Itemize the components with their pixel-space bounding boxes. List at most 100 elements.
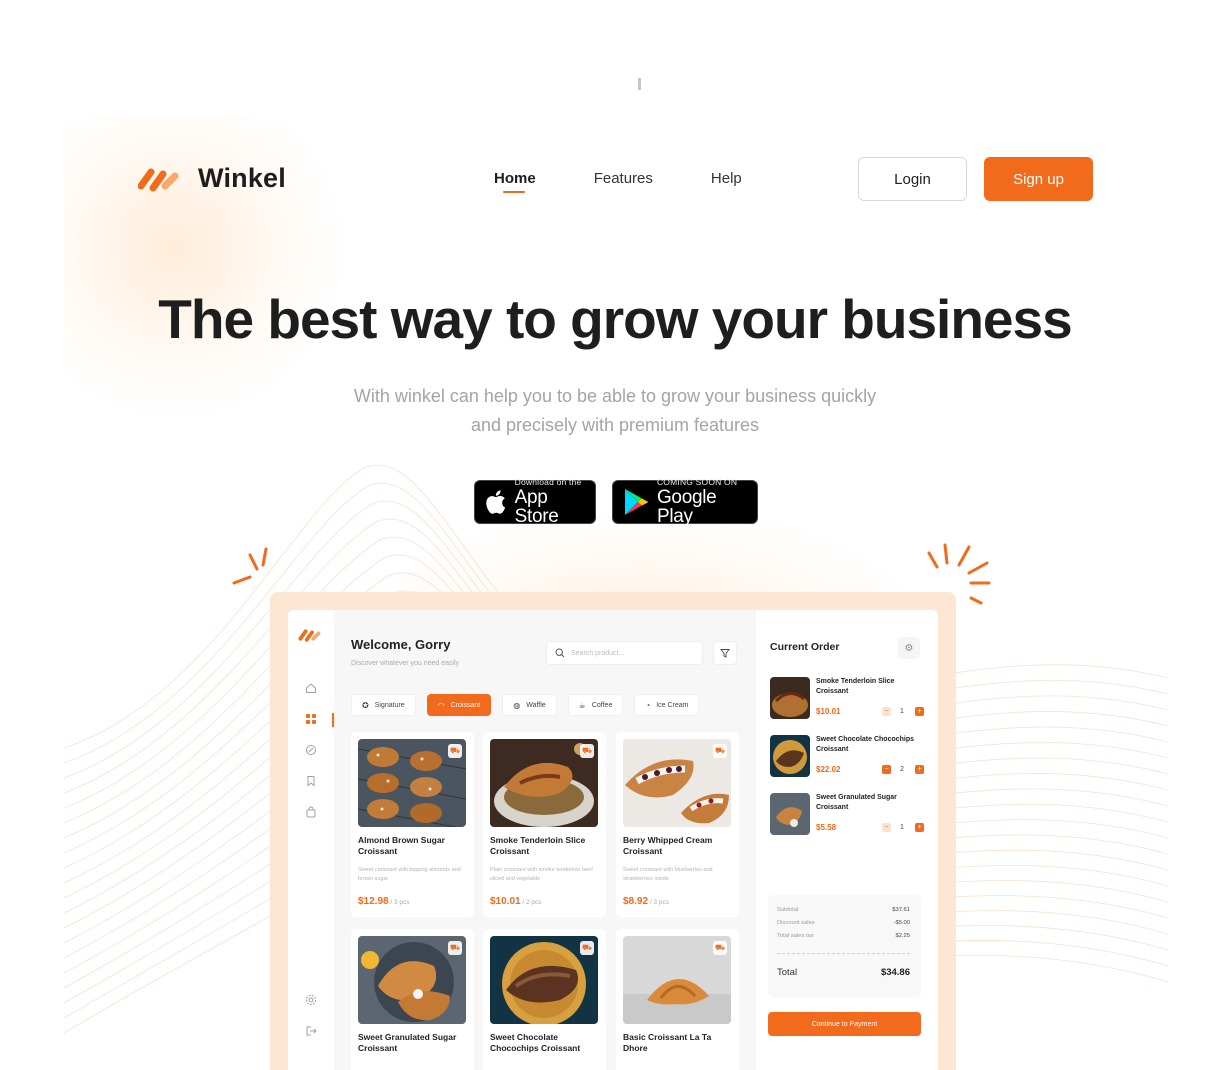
nav-features[interactable]: Features [594, 170, 653, 187]
app-store-text: Download on the App Store [515, 478, 595, 527]
order-item-qty: 2 [900, 766, 904, 773]
category-tab-croissant[interactable]: ◠ Croissant [426, 694, 492, 716]
search-placeholder: Search product... [571, 649, 625, 657]
price-unit: / 2 pcs [520, 899, 542, 906]
waffle-icon: ◍ [513, 700, 521, 710]
dashboard-sidebar [288, 610, 334, 1070]
summary-row: Subtotal $37.61 [777, 907, 910, 913]
total-value: $34.86 [880, 967, 910, 978]
add-to-cart-icon[interactable]: ⛟ [580, 941, 594, 955]
product-description: Sweet croissant with topping almonds and… [358, 867, 461, 882]
category-label: Waffle [526, 701, 546, 709]
order-item-image [770, 677, 810, 719]
order-summary: Subtotal $37.61 Discount sales -$5.00 Tota… [768, 895, 921, 997]
nav-help[interactable]: Help [711, 170, 742, 187]
grid-icon[interactable] [305, 713, 317, 725]
google-play-icon [624, 489, 648, 515]
category-tab-signature[interactable]: ✪ Signature [351, 694, 416, 716]
price-value: $8.92 [623, 896, 649, 907]
summary-value: -$5.00 [893, 920, 910, 926]
order-item-price: $10.01 [816, 707, 841, 716]
winkel-logo-icon [138, 168, 179, 191]
add-to-cart-icon[interactable]: ⛟ [448, 941, 462, 955]
product-title: Sweet Chocolate Chocochips Croissant [490, 1032, 581, 1053]
decrease-qty-button[interactable]: − [882, 707, 891, 716]
bag-icon[interactable] [305, 806, 317, 818]
product-card[interactable]: ⛟ Sweet Granulated Sugar Croissant [351, 929, 474, 1070]
category-tab-coffee[interactable]: ☕ Coffee [567, 694, 624, 716]
product-card[interactable]: ⛟ Almond Brown Sugar Croissant Sweet cro… [351, 732, 474, 917]
product-title: Berry Whipped Cream Croissant [623, 835, 713, 856]
category-tab-ice-cream[interactable]: ◔ Ice Cream [634, 694, 700, 716]
logout-icon[interactable] [305, 1025, 317, 1037]
signup-button[interactable]: Sign up [984, 157, 1093, 201]
add-to-cart-icon[interactable]: ⛟ [448, 744, 462, 758]
order-item-image [770, 735, 810, 777]
add-to-cart-icon[interactable]: ⛟ [713, 941, 727, 955]
product-card[interactable]: ⛟ Sweet Chocolate Chocochips Croissant [483, 929, 606, 1070]
filter-button[interactable] [713, 641, 737, 665]
order-item-price: $5.58 [816, 823, 837, 832]
add-to-cart-icon[interactable]: ⛟ [713, 744, 727, 758]
filter-icon [720, 649, 730, 658]
increase-qty-button[interactable]: + [915, 823, 924, 832]
product-title: Basic Croissant La Ta Dhore [623, 1032, 712, 1053]
category-label: Coffee [591, 701, 613, 709]
dashboard-mockup: Welcome, Gorry Discover whatever you nee… [288, 610, 938, 1070]
increase-qty-button[interactable]: + [915, 707, 924, 716]
decrease-qty-button[interactable]: − [882, 765, 891, 774]
product-price: $10.01 / 2 pcs [490, 896, 542, 907]
add-to-cart-icon[interactable]: ⛟ [580, 744, 594, 758]
home-icon[interactable] [305, 682, 317, 694]
summary-value: $37.61 [892, 907, 910, 913]
top-divider-mark [638, 78, 641, 90]
brand-logo[interactable]: Winkel [138, 163, 286, 194]
product-card[interactable]: ⛟ Berry Whipped Cream Croissant Sweet cr… [616, 732, 739, 917]
product-description: Plain croissant with smoke tenderloin be… [490, 867, 593, 882]
product-card[interactable]: ⛟ Smoke Tenderloin Slice Croissant Plain… [483, 732, 606, 917]
product-price: $12.98 / 3 pcs [358, 896, 410, 907]
apple-icon [486, 490, 506, 514]
decrease-qty-button[interactable]: − [882, 823, 891, 832]
order-settings-icon[interactable]: ⚙ [898, 637, 920, 659]
continue-to-payment-button[interactable]: Continue to Payment [768, 1012, 921, 1036]
google-play-badge[interactable]: COMING SOON ON Google Play [612, 476, 758, 526]
category-tab-waffle[interactable]: ◍ Waffle [502, 694, 557, 716]
increase-qty-button[interactable]: + [915, 765, 924, 774]
google-play-small-text: COMING SOON ON [656, 476, 738, 487]
bookmark-icon[interactable] [305, 775, 317, 787]
sidebar-active-indicator [332, 713, 334, 727]
summary-label: Discount sales [777, 920, 815, 926]
current-order-panel: Current Order ⚙ Smoke Tenderloin Slice C… [756, 610, 938, 1070]
current-order-title: Current Order [770, 641, 840, 653]
croissant-icon: ◠ [437, 700, 445, 710]
hero-title: The best way to grow your business [158, 288, 1072, 350]
settings-icon[interactable] [305, 994, 317, 1006]
order-total: Total $34.86 [777, 967, 910, 978]
nav-home[interactable]: Home [494, 170, 536, 187]
coffee-icon: ☕ [578, 700, 586, 710]
summary-row: Total sales tax $2.25 [777, 933, 910, 939]
product-card[interactable]: ⛟ Basic Croissant La Ta Dhore [616, 929, 739, 1070]
app-store-badge[interactable]: Download on the App Store [474, 478, 596, 527]
dashboard-welcome: Welcome, Gorry [351, 637, 451, 652]
discount-icon[interactable] [305, 744, 317, 756]
summary-row: Discount sales -$5.00 [777, 920, 910, 926]
winkel-logo-icon [298, 629, 321, 642]
sparkle-decoration [232, 547, 268, 585]
app-store-small-text: Download on the [514, 476, 582, 487]
order-item-image [770, 793, 810, 835]
order-item: Smoke Tenderloin Slice Croissant $10.01 … [770, 677, 930, 721]
order-item-price: $22.02 [816, 765, 841, 774]
login-button[interactable]: Login [858, 157, 967, 201]
product-search-input[interactable]: Search product... [546, 641, 703, 665]
brand-name: Winkel [198, 163, 286, 193]
app-store-label: App Store [514, 487, 559, 528]
hero-subtitle-line: and precisely with premium features [470, 415, 760, 435]
order-item-qty: 1 [900, 708, 904, 715]
product-title: Sweet Granulated Sugar Croissant [358, 1032, 457, 1053]
product-title: Smoke Tenderloin Slice Croissant [490, 835, 586, 856]
hero-subtitle-line: With winkel can help you to be able to g… [353, 386, 877, 406]
product-price: $8.92 / 3 pcs [623, 896, 669, 907]
dashboard-welcome-subtitle: Discover whatever you need easily [351, 660, 460, 667]
